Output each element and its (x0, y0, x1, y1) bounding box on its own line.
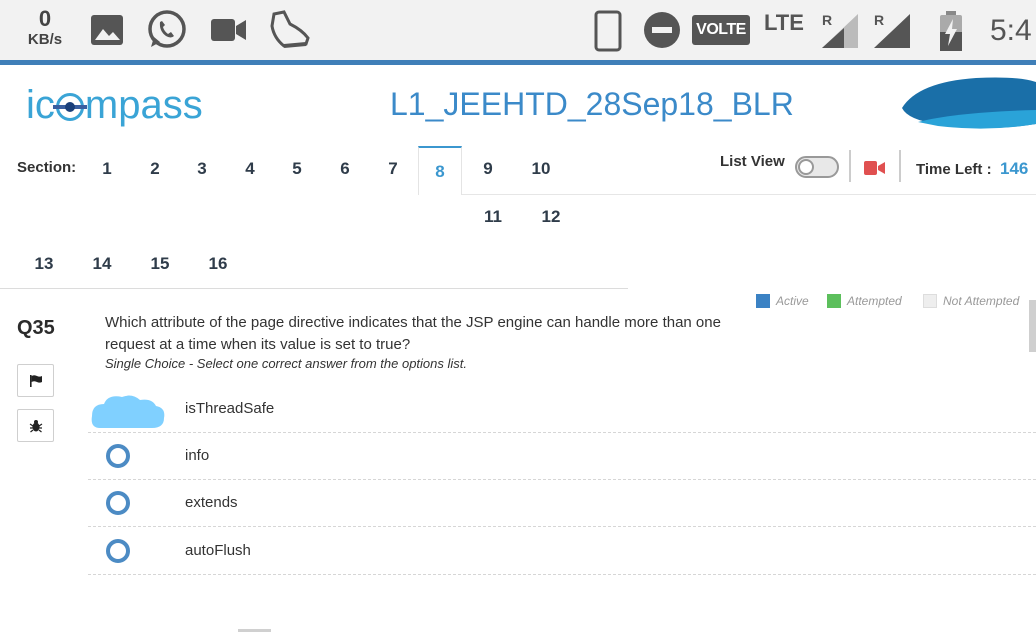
section-tab-14[interactable]: 14 (80, 240, 124, 288)
question-text: Which attribute of the page directive in… (105, 314, 721, 353)
network-speed-value: 0 (38, 6, 52, 31)
section-label: Section: (17, 159, 77, 176)
phone-icon (594, 10, 622, 52)
time-left-label: Time Left : (916, 161, 992, 178)
battery-charging-icon (940, 11, 962, 51)
question-hint: Single Choice - Select one correct answe… (105, 356, 468, 371)
legend-active-label: Active (776, 294, 809, 308)
divider (849, 150, 851, 182)
report-bug-button[interactable] (17, 409, 54, 442)
option-row-4[interactable]: autoFlush (88, 528, 1036, 575)
section-tab-15[interactable]: 15 (138, 240, 182, 288)
section-tab-10[interactable]: 10 (519, 145, 563, 193)
time-left-value: 146 (1000, 159, 1029, 178)
option-radio[interactable] (106, 444, 130, 468)
section-tab-9[interactable]: 9 (466, 145, 510, 193)
option-label: isThreadSafe (185, 400, 275, 417)
list-view-toggle[interactable] (795, 156, 839, 178)
section-tab-1[interactable]: 1 (85, 145, 129, 193)
section-bottom-divider (0, 288, 628, 289)
option-label: autoFlush (185, 542, 251, 559)
flag-button[interactable] (17, 364, 54, 397)
section-tab-2[interactable]: 2 (133, 145, 177, 193)
section-tab-3[interactable]: 3 (180, 145, 224, 193)
list-view-label: List View (720, 153, 785, 170)
divider (899, 150, 901, 182)
option-row-3[interactable]: extends (88, 480, 1036, 527)
icompass-logo: ic mpass (26, 80, 203, 130)
video-camera-icon (211, 19, 246, 41)
status-bar-divider (0, 60, 1036, 65)
legend-attempted-label: Attempted (847, 294, 902, 308)
sneaker-icon (270, 10, 310, 48)
scrollbar[interactable] (1029, 300, 1036, 352)
network-speed: 0 KB/s (22, 6, 68, 48)
question-number: Q35 (17, 317, 55, 339)
section-tab-16[interactable]: 16 (196, 240, 240, 288)
legend-attempted-swatch (827, 294, 841, 308)
option-row-2[interactable]: info (88, 433, 1036, 480)
logo-prefix: ic (26, 83, 55, 127)
whatsapp-icon (148, 10, 186, 48)
legend-not-attempted-swatch (923, 294, 937, 308)
option-radio[interactable] (106, 539, 130, 563)
network-speed-unit: KB/s (27, 31, 63, 48)
section-tab-11[interactable]: 11 (471, 193, 515, 241)
signal-icon-2 (874, 14, 910, 48)
signal-icon (822, 14, 858, 48)
option-label: info (185, 447, 210, 464)
clock: 5:4 (990, 14, 1032, 47)
gallery-icon (91, 15, 123, 45)
status-bar: 0 KB/s VOLTE LTE R R 5:4 (0, 0, 1036, 62)
legend-not-attempted-label: Not Attempted (943, 294, 1020, 308)
bug-icon (29, 420, 43, 433)
compass-icon (55, 93, 84, 121)
legend-active-swatch (756, 294, 770, 308)
do-not-disturb-icon (644, 12, 680, 48)
logo-suffix: mpass (84, 83, 203, 127)
recording-camera-icon (864, 161, 885, 175)
section-tab-5[interactable]: 5 (275, 145, 319, 193)
option-row-1[interactable]: isThreadSafe (88, 386, 1036, 433)
toggle-knob (798, 159, 814, 175)
option-radio[interactable] (106, 491, 130, 515)
section-tab-7[interactable]: 7 (371, 145, 415, 193)
section-tab-6[interactable]: 6 (323, 145, 367, 193)
section-tab-8[interactable]: 8 (418, 146, 462, 195)
section-tab-13[interactable]: 13 (22, 240, 66, 288)
option-label: extends (185, 494, 238, 511)
section-tab-4[interactable]: 4 (228, 145, 272, 193)
flag-icon (30, 375, 42, 387)
section-tab-12[interactable]: 12 (529, 193, 573, 241)
network-type: LTE (764, 10, 804, 35)
brand-wave-logo (902, 77, 1036, 129)
exam-title: L1_JEEHTD_28Sep18_BLR (390, 86, 794, 122)
volte-badge: VOLTE (692, 15, 750, 45)
